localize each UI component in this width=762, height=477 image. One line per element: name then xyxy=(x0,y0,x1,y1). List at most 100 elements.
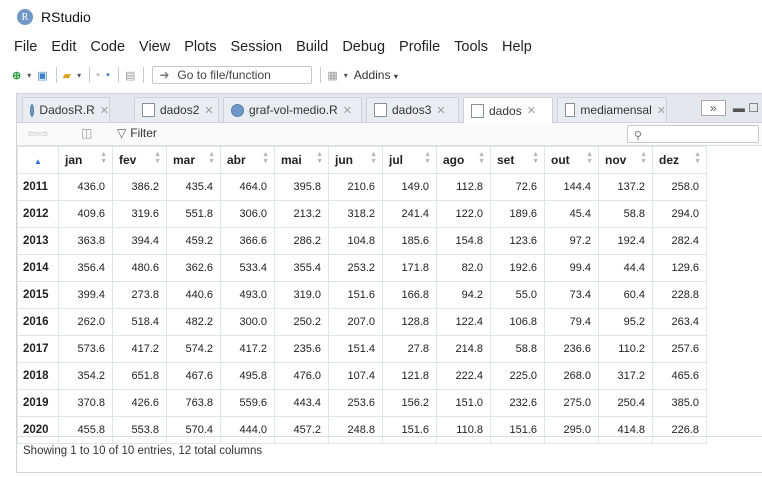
menu-view[interactable]: View xyxy=(139,39,170,55)
r-script-icon xyxy=(231,103,244,117)
new-project-icon[interactable]: ▣ xyxy=(37,69,47,82)
close-icon[interactable]: ✕ xyxy=(343,104,352,117)
print-icon[interactable]: ▤ xyxy=(125,69,135,82)
dropdown-arrow-icon[interactable]: ▾ xyxy=(27,71,31,80)
toolbar-divider xyxy=(55,67,57,83)
column-header-label: mar xyxy=(173,153,196,167)
table-cell: 440.6 xyxy=(166,281,221,309)
row-name: 2018 xyxy=(17,362,59,390)
column-header-dez[interactable]: dez ▲ ▼ xyxy=(652,146,707,174)
table-cell: 370.8 xyxy=(58,389,113,417)
column-header-mar[interactable]: mar ▲ ▼ xyxy=(166,146,221,174)
tab-dadosr-r[interactable]: DadosR.R ✕ xyxy=(22,97,110,122)
row-name: 2016 xyxy=(17,308,59,336)
menu-code[interactable]: Code xyxy=(90,39,125,55)
close-icon[interactable]: ✕ xyxy=(100,104,109,117)
tab-dados3[interactable]: dados3 ✕ xyxy=(366,97,459,122)
table-cell: 395.8 xyxy=(274,173,329,201)
back-forward-icon[interactable]: ⇦⇨ xyxy=(27,126,49,142)
row-index-header[interactable]: ▲ xyxy=(17,146,59,174)
open-file-icon[interactable]: ▰ xyxy=(63,69,71,82)
close-icon[interactable]: ✕ xyxy=(204,104,213,117)
maximize-pane-icon[interactable]: ☐ xyxy=(748,101,759,115)
popout-window-icon[interactable]: ◫ xyxy=(81,126,92,140)
table-cell: 417.2 xyxy=(112,335,167,363)
table-cell: 144.4 xyxy=(544,173,599,201)
table-cell: 58.8 xyxy=(598,200,653,228)
menu-session[interactable]: Session xyxy=(230,39,282,55)
dropdown-arrow-icon[interactable]: ▾ xyxy=(344,71,348,80)
menu-help[interactable]: Help xyxy=(502,39,532,55)
minimize-pane-icon[interactable]: ▬ xyxy=(733,101,745,115)
column-header-label: dez xyxy=(659,153,680,167)
column-header-label: set xyxy=(497,153,515,167)
dropdown-arrow-icon[interactable]: ▾ xyxy=(77,71,81,80)
tab-dados[interactable]: dados ✕ xyxy=(463,97,553,123)
tab-label: mediamensal xyxy=(580,103,652,117)
column-header-ago[interactable]: ago ▲ ▼ xyxy=(436,146,491,174)
column-header-mai[interactable]: mai ▲ ▼ xyxy=(274,146,329,174)
tab-mediamensal[interactable]: mediamensal ✕ xyxy=(557,97,667,122)
table-cell: 235.6 xyxy=(274,335,329,363)
column-header-jul[interactable]: jul ▲ ▼ xyxy=(382,146,437,174)
table-cell: 99.4 xyxy=(544,254,599,282)
menu-edit[interactable]: Edit xyxy=(51,39,76,55)
addins-menu[interactable]: Addins ▾ xyxy=(354,68,398,82)
column-header-jan[interactable]: jan ▲ ▼ xyxy=(58,146,113,174)
rstudio-logo-icon: R xyxy=(17,9,33,25)
grid-layout-icon[interactable]: ▦ xyxy=(327,69,337,82)
table-cell: 156.2 xyxy=(382,389,437,417)
sort-icon: ▲ ▼ xyxy=(100,151,107,165)
table-cell: 228.8 xyxy=(652,281,707,309)
menu-file[interactable]: File xyxy=(14,39,37,55)
tab-label: graf-vol-medio.R xyxy=(249,103,338,117)
row-name: 2019 xyxy=(17,389,59,417)
close-icon[interactable]: ✕ xyxy=(436,104,445,117)
save-all-icon[interactable]: ▪ xyxy=(106,69,110,81)
table-cell: 262.0 xyxy=(58,308,113,336)
table-row: 2019 370.8 426.6 763.8 559.6 443.4 253.6 156.2 1… xyxy=(17,389,707,417)
table-row: 2018 354.2 651.8 467.6 495.8 476.0 107.4 121.8 2… xyxy=(17,362,707,390)
table-cell: 110.2 xyxy=(598,335,653,363)
column-header-fev[interactable]: fev ▲ ▼ xyxy=(112,146,167,174)
table-row: 2016 262.0 518.4 482.2 300.0 250.2 207.0 128.8 1… xyxy=(17,308,707,336)
tab-dados2[interactable]: dados2 ✕ xyxy=(134,97,219,122)
row-name: 2017 xyxy=(17,335,59,363)
table-cell: 149.0 xyxy=(382,173,437,201)
filter-button[interactable]: ▽ Filter xyxy=(117,126,157,140)
tab-controls: » ▬ ☐ xyxy=(700,100,759,116)
column-header-jun[interactable]: jun ▲ ▼ xyxy=(328,146,383,174)
table-cell: 253.2 xyxy=(328,254,383,282)
table-cell: 394.4 xyxy=(112,227,167,255)
new-file-icon[interactable]: ⊕ xyxy=(12,69,21,82)
table-cell: 263.4 xyxy=(652,308,707,336)
title-bar: R RStudio xyxy=(0,0,762,34)
column-header-out[interactable]: out ▲ ▼ xyxy=(544,146,599,174)
close-icon[interactable]: ✕ xyxy=(657,104,666,117)
column-header-set[interactable]: set ▲ ▼ xyxy=(490,146,545,174)
more-tabs-icon[interactable]: » xyxy=(700,100,726,116)
row-name: 2013 xyxy=(17,227,59,255)
table-cell: 104.8 xyxy=(328,227,383,255)
save-icon[interactable]: ▪ xyxy=(96,69,100,81)
table-cell: 192.6 xyxy=(490,254,545,282)
close-icon[interactable]: ✕ xyxy=(527,104,536,117)
menu-tools[interactable]: Tools xyxy=(454,39,488,55)
tab-graf-vol-medio-r[interactable]: graf-vol-medio.R ✕ xyxy=(223,97,362,122)
menu-build[interactable]: Build xyxy=(296,39,328,55)
menu-plots[interactable]: Plots xyxy=(184,39,216,55)
table-cell: 166.8 xyxy=(382,281,437,309)
column-header-abr[interactable]: abr ▲ ▼ xyxy=(220,146,275,174)
menu-debug[interactable]: Debug xyxy=(342,39,385,55)
column-header-label: nov xyxy=(605,153,627,167)
search-input[interactable]: ⚲ xyxy=(627,125,759,143)
go-to-file-input[interactable]: ➜ Go to file/function xyxy=(152,66,313,84)
table-cell: 97.2 xyxy=(544,227,599,255)
table-cell: 533.4 xyxy=(220,254,275,282)
table-cell: 417.2 xyxy=(220,335,275,363)
column-header-label: mai xyxy=(281,153,302,167)
column-header-label: out xyxy=(551,153,570,167)
table-cell: 222.4 xyxy=(436,362,491,390)
column-header-nov[interactable]: nov ▲ ▼ xyxy=(598,146,653,174)
menu-profile[interactable]: Profile xyxy=(399,39,440,55)
